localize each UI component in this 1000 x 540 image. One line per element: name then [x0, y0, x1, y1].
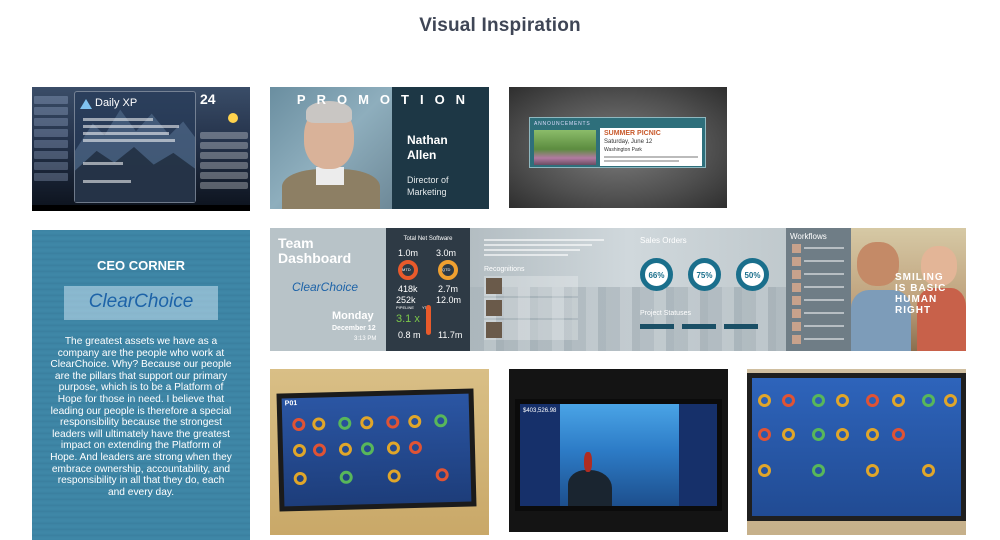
dashboard-message — [484, 236, 604, 259]
promotion-last-name: Allen — [407, 148, 437, 162]
announcement-card: ANNOUNCEMENTS SUMMER PICNIC Saturday, Ju… — [529, 117, 706, 168]
daily-xp-thumbnail[interactable]: Daily XP 24 — [32, 87, 250, 211]
dashboard-logo: ClearChoice — [292, 280, 359, 294]
metric-v2: 3.0m — [436, 248, 457, 258]
park-image — [534, 130, 596, 165]
ceo-corner-heading: CEO CORNER — [96, 258, 186, 273]
metric-v8: 0.8 m — [398, 330, 421, 340]
daily-xp-title: Daily XP — [95, 97, 138, 109]
promotion-name: Nathan Allen — [407, 133, 448, 163]
clearchoice-logo-text: ClearChoice — [88, 291, 194, 312]
rock-silhouette — [568, 470, 612, 506]
tv-frame: P01 — [276, 388, 477, 512]
metric-v9: 11.7m — [438, 330, 463, 340]
announcement-location: Washington Park — [604, 147, 642, 153]
screen-right-panel — [679, 404, 717, 506]
tv-photo-thumbnail-3[interactable] — [747, 369, 966, 535]
sales-dial-value: 66% — [648, 271, 665, 280]
workflows-heading: Workflows — [790, 232, 827, 241]
thermometer-icon — [426, 305, 431, 335]
announcement-date: Saturday, June 12 — [604, 139, 653, 145]
dashboard-day: Monday — [332, 310, 374, 322]
metric-v5: 252k — [396, 295, 416, 305]
announcement-content: SUMMER PICNIC Saturday, June 12 Washingt… — [600, 128, 702, 166]
daily-xp-date: 24 — [200, 91, 216, 107]
daily-xp-panel: Daily XP — [74, 91, 196, 203]
tv-photo-thumbnail-1[interactable]: P01 — [270, 369, 489, 535]
metric-qtd: QTD — [442, 267, 451, 272]
metric-v6: 12.0m — [436, 295, 462, 305]
metric-v4: 2.7m — [438, 284, 459, 294]
seniors-photo: SMILING IS BASIC HUMAN RIGHT — [851, 228, 966, 351]
announcements-thumbnail[interactable]: ANNOUNCEMENTS SUMMER PICNIC Saturday, Ju… — [509, 87, 727, 208]
ceo-quote: The greatest assets we have as a company… — [50, 336, 232, 498]
tv-screen: $403,526.98 — [520, 404, 717, 506]
photo-caption: SMILING IS BASIC HUMAN RIGHT — [895, 272, 947, 316]
screen-left-panel: $403,526.98 — [520, 404, 560, 506]
sales-dial: 75% — [688, 258, 721, 291]
dashboard-left-panel: Team Dashboard ClearChoice Monday Decemb… — [270, 228, 386, 351]
team-dashboard-thumbnail[interactable]: Team Dashboard ClearChoice Monday Decemb… — [270, 228, 966, 351]
sun-icon — [228, 113, 238, 123]
tv-frame — [747, 373, 966, 521]
hiker-silhouette — [584, 452, 592, 472]
clearchoice-logo: ClearChoice — [64, 286, 218, 320]
project-status-bar — [682, 324, 716, 329]
sales-dial-value: 50% — [744, 271, 761, 280]
sales-orders-heading: Sales Orders — [640, 236, 687, 245]
promotion-first-name: Nathan — [407, 133, 448, 147]
promotion-role: Director of Marketing — [407, 174, 449, 198]
ceo-corner-thumbnail[interactable]: CEO CORNER ClearChoice The greatest asse… — [32, 230, 250, 540]
recognition-row — [484, 320, 578, 340]
recognitions-heading: Recognitions — [484, 266, 525, 273]
dashboard-date: December 12 — [332, 325, 376, 332]
announcements-label: ANNOUNCEMENTS — [534, 121, 591, 127]
project-status-bar — [640, 324, 674, 329]
dashboard-title-line2: Dashboard — [278, 250, 352, 266]
workflows-panel: Workflows — [786, 228, 851, 351]
promotion-thumbnail[interactable]: PROMOTION Nathan Allen Director of Marke… — [270, 87, 489, 209]
announcement-event: SUMMER PICNIC — [604, 130, 661, 137]
section-title: Visual Inspiration — [419, 15, 581, 36]
promotion-role-line2: Marketing — [407, 187, 447, 197]
daily-xp-weather: 24 — [200, 91, 248, 203]
tv-frame: $403,526.98 — [515, 399, 722, 511]
tv-screen — [752, 378, 961, 516]
metric-v3: 418k — [398, 284, 418, 294]
dashboard-metrics: Total Net Software 1.0m 3.0m MTD QTD 418… — [386, 228, 470, 351]
screen-value: $403,526.98 — [523, 408, 557, 414]
metrics-heading: Total Net Software — [403, 236, 453, 242]
project-status-bar — [724, 324, 758, 329]
tv-photo-thumbnail-2[interactable]: $403,526.98 — [509, 369, 728, 532]
city-background — [470, 287, 786, 351]
metric-mtd: MTD — [402, 267, 411, 272]
daily-xp-sidebar — [34, 93, 68, 203]
recognition-row — [484, 276, 578, 296]
sales-dial: 50% — [736, 258, 769, 291]
metric-v1: 1.0m — [398, 248, 419, 258]
daily-xp-logo-icon — [80, 99, 92, 109]
daily-xp-ticker — [32, 205, 250, 211]
dashboard-title-line1: Team — [278, 235, 314, 251]
project-statuses-heading: Project Statuses — [640, 310, 691, 317]
dashboard-center: Recognitions Sales Orders 66% 75% 50% Pr… — [470, 228, 786, 351]
sales-dial-value: 75% — [696, 271, 713, 280]
metric-pipeline: PIPELINE — [396, 305, 415, 310]
dashboard-time: 3:13 PM — [354, 336, 377, 342]
promotion-heading: PROMOTION — [296, 92, 477, 107]
recognition-row — [484, 298, 578, 318]
sales-dial: 66% — [640, 258, 673, 291]
dashboard-title: Team Dashboard — [278, 236, 351, 266]
promotion-role-line1: Director of — [407, 175, 449, 185]
metric-v7: 3.1 x — [396, 313, 420, 325]
tv-corner-label: P01 — [284, 400, 298, 408]
tv-screen: P01 — [281, 393, 472, 507]
